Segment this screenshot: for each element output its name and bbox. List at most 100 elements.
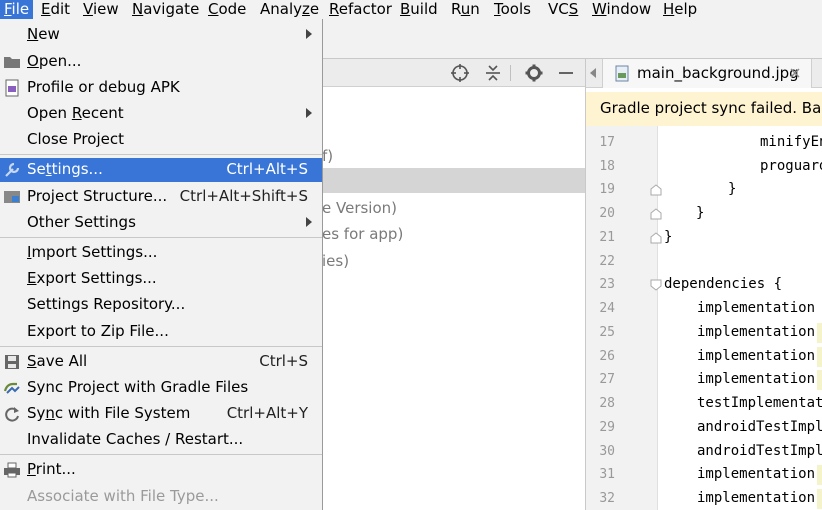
line-number: 23 — [599, 277, 615, 292]
string-highlight — [817, 323, 822, 343]
project-panel: f) e Version) es for app) ies) — [322, 59, 585, 510]
fold-marker-icon[interactable] — [649, 207, 663, 221]
folder-icon — [4, 57, 20, 68]
menu-item-open[interactable]: Open... — [0, 50, 322, 74]
line-number: 28 — [599, 396, 615, 411]
fold-marker-icon[interactable] — [649, 231, 663, 245]
code-line: implementation ' — [697, 324, 822, 340]
tree-item-fragment[interactable]: ies) — [322, 252, 349, 270]
locate-icon[interactable] — [450, 63, 470, 83]
menu-item-export-settings[interactable]: Export Settings... — [0, 267, 322, 291]
menu-item-new[interactable]: New — [0, 23, 322, 47]
menu-item-label: Open... — [27, 52, 82, 70]
menu-item-shortcut: Ctrl+Alt+Shift+S — [179, 187, 308, 205]
submenu-arrow-icon — [306, 29, 312, 39]
tree-item-fragment[interactable]: es for app) — [322, 225, 403, 243]
menu-item-print[interactable]: Print... — [0, 458, 322, 482]
menu-separator — [0, 454, 322, 455]
menu-item-save-all[interactable]: Save All Ctrl+S — [0, 350, 322, 374]
printer-icon — [4, 462, 20, 478]
tree-selected-row[interactable] — [322, 168, 585, 193]
menu-item-profile-debug-apk[interactable]: Profile or debug APK — [0, 76, 322, 100]
menu-vcs[interactable]: VCS — [544, 0, 582, 19]
menu-navigate[interactable]: Navigate — [128, 0, 203, 19]
menu-item-settings-repository[interactable]: Settings Repository... — [0, 293, 322, 317]
save-icon — [5, 355, 19, 369]
code-line: } — [696, 205, 705, 221]
gear-icon[interactable] — [524, 63, 544, 83]
code-line: dependencies { — [664, 276, 783, 292]
menu-item-export-zip[interactable]: Export to Zip File... — [0, 320, 322, 344]
menu-item-label: Sync with File System — [27, 404, 191, 422]
refresh-icon — [5, 407, 19, 422]
menu-item-label: Project Structure... — [27, 187, 168, 205]
string-highlight — [817, 489, 822, 509]
menu-window[interactable]: Window — [588, 0, 655, 19]
menu-item-shortcut: Ctrl+S — [259, 352, 308, 370]
menu-item-close-project[interactable]: Close Project — [0, 128, 322, 152]
menu-item-label: Other Settings — [27, 213, 136, 231]
tab-label: main_background.jpg — [637, 64, 799, 82]
line-number: 20 — [599, 206, 615, 221]
menu-code[interactable]: Code — [204, 0, 250, 19]
line-number: 22 — [599, 254, 615, 269]
line-number: 26 — [599, 349, 615, 364]
menu-edit[interactable]: Edit — [37, 0, 74, 19]
menu-item-label: Close Project — [27, 130, 124, 148]
menu-build[interactable]: Build — [396, 0, 442, 19]
menu-item-label: New — [27, 25, 60, 43]
menu-item-label: Settings Repository... — [27, 295, 186, 313]
code-line: implementation ' — [697, 490, 822, 506]
menu-item-project-structure[interactable]: Project Structure... Ctrl+Alt+Shift+S — [0, 185, 322, 209]
line-number: 18 — [599, 159, 615, 174]
line-number: 17 — [599, 135, 615, 150]
string-highlight — [817, 347, 822, 367]
menu-item-label: Export to Zip File... — [27, 322, 169, 340]
fold-marker-icon[interactable] — [649, 183, 663, 197]
tab-main-background[interactable]: main_background.jpg — [602, 59, 812, 88]
menu-item-label: Settings... — [27, 160, 103, 178]
menu-item-open-recent[interactable]: Open Recent — [0, 102, 322, 126]
scroll-tabs-left-icon[interactable] — [590, 68, 596, 78]
menu-item-label: Associate with File Type... — [27, 487, 219, 505]
menu-help[interactable]: Help — [659, 0, 701, 19]
line-number: 30 — [599, 444, 615, 459]
line-number: 32 — [599, 491, 615, 506]
submenu-arrow-icon — [306, 108, 312, 118]
menu-item-sync-file-system[interactable]: Sync with File System Ctrl+Alt+Y — [0, 402, 322, 426]
menu-refactor[interactable]: Refactor — [325, 0, 396, 19]
menu-item-other-settings[interactable]: Other Settings — [0, 211, 322, 235]
menu-run[interactable]: Run — [447, 0, 484, 19]
code-line: androidTestImple — [697, 443, 822, 459]
collapse-all-icon[interactable] — [483, 63, 503, 83]
close-tab-icon[interactable] — [790, 68, 800, 78]
menu-item-shortcut: Ctrl+Alt+S — [226, 160, 308, 178]
code-line: implementation ' — [697, 466, 822, 482]
minimize-icon[interactable] — [556, 63, 576, 83]
code-line: } — [728, 181, 737, 197]
menu-analyze[interactable]: Analyze — [256, 0, 323, 19]
menu-item-settings[interactable]: Settings... Ctrl+Alt+S — [0, 158, 322, 182]
line-number: 25 — [599, 325, 615, 340]
menu-view[interactable]: View — [79, 0, 123, 19]
menu-file[interactable]: File — [0, 0, 34, 19]
line-number: 19 — [599, 182, 615, 197]
code-line: testImplementati — [697, 395, 822, 411]
project-panel-header — [322, 59, 585, 87]
menu-item-label: Sync Project with Gradle Files — [27, 378, 249, 396]
tree-item-fragment[interactable]: e Version) — [322, 199, 397, 217]
menu-item-sync-gradle[interactable]: Sync Project with Gradle Files — [0, 376, 322, 400]
menu-tools[interactable]: Tools — [490, 0, 535, 19]
line-number: 29 — [599, 420, 615, 435]
menu-item-import-settings[interactable]: Import Settings... — [0, 241, 322, 265]
menu-item-invalidate-caches[interactable]: Invalidate Caches / Restart... — [0, 428, 322, 452]
code-line: androidTestImple — [697, 419, 822, 435]
menu-separator — [0, 346, 322, 347]
apk-icon — [5, 79, 19, 97]
header-divider — [510, 65, 511, 81]
fold-marker-icon[interactable] — [649, 278, 663, 292]
submenu-arrow-icon — [306, 217, 312, 227]
menu-item-label: Export Settings... — [27, 269, 157, 287]
menubar: File Edit View Navigate Code Analyze Ref… — [0, 0, 822, 19]
tree-item-fragment[interactable]: f) — [322, 147, 333, 165]
